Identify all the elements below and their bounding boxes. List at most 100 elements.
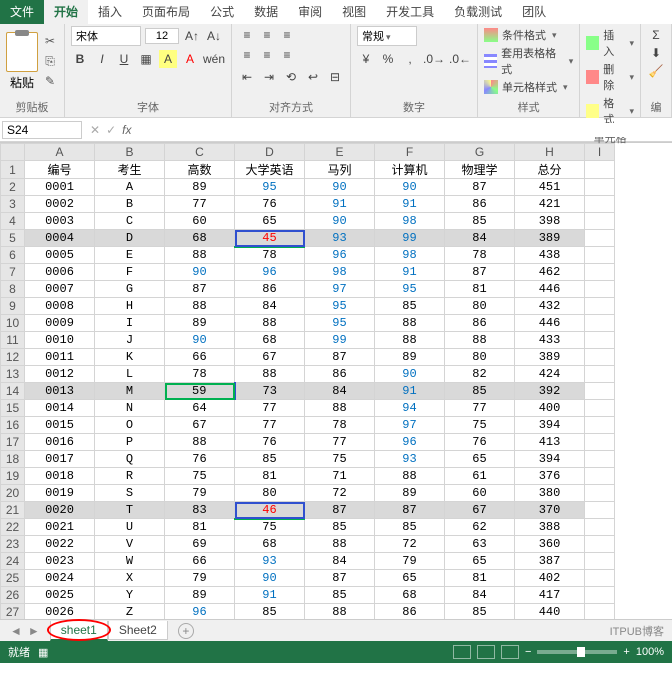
cell[interactable]: 84 bbox=[445, 230, 515, 247]
row-header[interactable]: 23 bbox=[1, 536, 25, 553]
cell[interactable]: 87 bbox=[445, 264, 515, 281]
cell[interactable]: 93 bbox=[235, 553, 305, 570]
cell[interactable]: 433 bbox=[515, 332, 585, 349]
cell[interactable]: 86 bbox=[235, 281, 305, 298]
cell[interactable]: I bbox=[95, 315, 165, 332]
cell[interactable]: 78 bbox=[445, 247, 515, 264]
cell[interactable]: 大学英语 bbox=[235, 161, 305, 179]
cell[interactable]: 86 bbox=[445, 196, 515, 213]
cell[interactable]: 77 bbox=[305, 434, 375, 451]
cell[interactable]: 86 bbox=[445, 315, 515, 332]
cell[interactable]: 90 bbox=[165, 332, 235, 349]
cell[interactable]: B bbox=[95, 196, 165, 213]
cell[interactable]: 79 bbox=[375, 553, 445, 570]
cell[interactable]: 0011 bbox=[25, 349, 95, 366]
cancel-icon[interactable]: ✕ bbox=[90, 123, 100, 137]
sheet-nav-prev-icon[interactable]: ◄ bbox=[10, 624, 22, 638]
cell[interactable]: 88 bbox=[165, 247, 235, 264]
cell[interactable]: 46 bbox=[235, 502, 305, 519]
cell[interactable] bbox=[585, 553, 615, 570]
copy-icon[interactable]: ⎘ bbox=[42, 54, 58, 70]
cell[interactable]: 84 bbox=[305, 553, 375, 570]
row-header[interactable]: 17 bbox=[1, 434, 25, 451]
cell[interactable]: 98 bbox=[375, 247, 445, 264]
cell[interactable]: 417 bbox=[515, 587, 585, 604]
bold-button[interactable]: B bbox=[71, 50, 89, 68]
align-top-icon[interactable]: ≡ bbox=[238, 26, 256, 44]
cell[interactable]: 69 bbox=[165, 536, 235, 553]
row-header[interactable]: 11 bbox=[1, 332, 25, 349]
cell[interactable]: U bbox=[95, 519, 165, 536]
cell[interactable]: E bbox=[95, 247, 165, 264]
cell[interactable]: 88 bbox=[375, 315, 445, 332]
cell[interactable]: 87 bbox=[445, 179, 515, 196]
cell[interactable]: 0019 bbox=[25, 485, 95, 502]
cell[interactable]: 88 bbox=[375, 332, 445, 349]
cell[interactable]: 89 bbox=[375, 349, 445, 366]
font-color-icon[interactable]: A bbox=[181, 50, 199, 68]
col-header[interactable]: F bbox=[375, 144, 445, 161]
cell[interactable]: 0022 bbox=[25, 536, 95, 553]
cell[interactable]: 66 bbox=[165, 349, 235, 366]
decrease-font-icon[interactable]: A↓ bbox=[205, 27, 223, 45]
cell[interactable]: H bbox=[95, 298, 165, 315]
cell[interactable] bbox=[585, 587, 615, 604]
font-name-combo[interactable]: 宋体 bbox=[71, 26, 141, 46]
cell[interactable]: 65 bbox=[235, 213, 305, 230]
decrease-indent-icon[interactable]: ⇤ bbox=[238, 68, 256, 86]
col-header[interactable]: D bbox=[235, 144, 305, 161]
zoom-slider[interactable] bbox=[537, 650, 617, 654]
cell[interactable]: 89 bbox=[165, 587, 235, 604]
cell[interactable] bbox=[585, 332, 615, 349]
cell[interactable]: 79 bbox=[165, 570, 235, 587]
cell[interactable]: 95 bbox=[305, 315, 375, 332]
cell[interactable]: 63 bbox=[445, 536, 515, 553]
cell[interactable]: 61 bbox=[445, 468, 515, 485]
cell[interactable] bbox=[585, 417, 615, 434]
col-header[interactable]: A bbox=[25, 144, 95, 161]
cell[interactable]: 88 bbox=[305, 536, 375, 553]
merge-icon[interactable]: ⊟ bbox=[326, 68, 344, 86]
col-header[interactable]: H bbox=[515, 144, 585, 161]
cell[interactable]: 90 bbox=[305, 213, 375, 230]
formula-input[interactable] bbox=[137, 123, 666, 137]
cell[interactable]: 79 bbox=[165, 485, 235, 502]
cell[interactable]: 88 bbox=[235, 315, 305, 332]
cell[interactable]: 85 bbox=[445, 383, 515, 400]
cell[interactable]: 0009 bbox=[25, 315, 95, 332]
row-header[interactable]: 25 bbox=[1, 570, 25, 587]
cell[interactable]: 考生 bbox=[95, 161, 165, 179]
row-header[interactable]: 19 bbox=[1, 468, 25, 485]
cell[interactable]: 387 bbox=[515, 553, 585, 570]
cell[interactable]: Q bbox=[95, 451, 165, 468]
cell[interactable]: C bbox=[95, 213, 165, 230]
cell[interactable]: 86 bbox=[375, 604, 445, 620]
format-painter-icon[interactable]: ✎ bbox=[42, 74, 58, 90]
cell[interactable]: A bbox=[95, 179, 165, 196]
cell[interactable]: 马列 bbox=[305, 161, 375, 179]
cell[interactable] bbox=[585, 383, 615, 400]
autosum-icon[interactable]: Σ bbox=[647, 26, 665, 44]
cell[interactable]: D bbox=[95, 230, 165, 247]
cell[interactable]: 388 bbox=[515, 519, 585, 536]
phonetic-icon[interactable]: wén bbox=[203, 50, 225, 68]
cell[interactable]: 75 bbox=[235, 519, 305, 536]
tab-team[interactable]: 团队 bbox=[512, 0, 556, 24]
tab-layout[interactable]: 页面布局 bbox=[132, 0, 200, 24]
cell[interactable]: 物理学 bbox=[445, 161, 515, 179]
cell[interactable]: 76 bbox=[165, 451, 235, 468]
cell[interactable]: 389 bbox=[515, 349, 585, 366]
cell[interactable]: 65 bbox=[445, 553, 515, 570]
cell[interactable]: 88 bbox=[165, 298, 235, 315]
cell[interactable]: 77 bbox=[445, 400, 515, 417]
cell[interactable]: 432 bbox=[515, 298, 585, 315]
cell[interactable]: 99 bbox=[305, 332, 375, 349]
cell[interactable]: 91 bbox=[235, 587, 305, 604]
cell[interactable] bbox=[585, 570, 615, 587]
col-header[interactable]: B bbox=[95, 144, 165, 161]
row-header[interactable]: 18 bbox=[1, 451, 25, 468]
cell[interactable] bbox=[585, 451, 615, 468]
cell[interactable]: K bbox=[95, 349, 165, 366]
add-sheet-button[interactable]: + bbox=[178, 623, 194, 639]
fill-color-icon[interactable]: A bbox=[159, 50, 177, 68]
